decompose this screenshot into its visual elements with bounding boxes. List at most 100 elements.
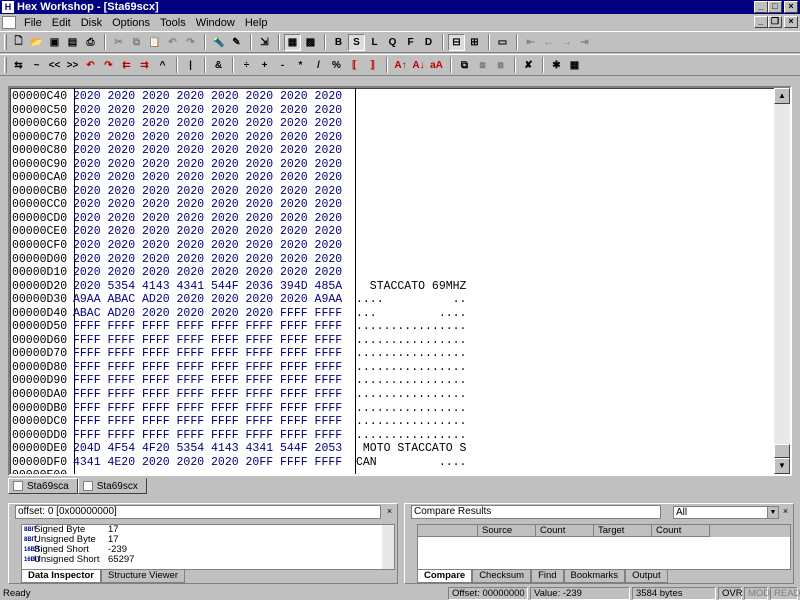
print-icon[interactable]: ⎙ (82, 34, 99, 51)
tab-find[interactable]: Find (531, 570, 564, 583)
hex-row[interactable]: 00000C90 2020 2020 2020 2020 2020 2020 20… (12, 158, 483, 172)
window-layout-icon[interactable]: ▭ (494, 34, 511, 51)
row-ascii[interactable] (353, 239, 483, 253)
toggle-case-icon[interactable]: aA (428, 57, 445, 74)
row-ascii[interactable]: ................ (353, 388, 483, 402)
window-tile-icon[interactable]: ⧉ (456, 57, 473, 74)
row-hex-bytes[interactable]: FFFF FFFF FFFF FFFF FFFF FFFF FFFF FFFF (73, 415, 353, 429)
window-cascade-icon[interactable]: ⧈ (474, 57, 491, 74)
menu-window[interactable]: Window (191, 17, 240, 29)
minimize-icon[interactable]: _ (754, 1, 768, 13)
menu-edit[interactable]: Edit (47, 17, 76, 29)
row-hex-bytes[interactable]: 2020 2020 2020 2020 2020 2020 2020 2020 (73, 253, 353, 267)
save-all-icon[interactable]: ▤ (64, 34, 81, 51)
first-icon[interactable]: ⇤ (522, 34, 539, 51)
scroll-down-icon[interactable]: ▼ (774, 458, 790, 474)
row-hex-bytes[interactable]: FFFF FFFF FFFF FFFF FFFF FFFF FFFF FFFF (73, 347, 353, 361)
row-hex-bytes[interactable]: 2020 2020 2020 2020 2020 2020 2020 2020 (73, 225, 353, 239)
hex-row[interactable]: 00000C60 2020 2020 2020 2020 2020 2020 20… (12, 117, 483, 131)
doc-close-icon[interactable]: × (784, 16, 798, 28)
row-hex-bytes[interactable] (73, 469, 353, 474)
hex-row[interactable]: 00000CA0 2020 2020 2020 2020 2020 2020 20… (12, 171, 483, 185)
tab-sta69scx[interactable]: Sta69scx (77, 478, 147, 494)
row-ascii[interactable]: ................ (353, 361, 483, 375)
lowercase-icon[interactable]: A↓ (410, 57, 427, 74)
divide-icon[interactable]: ÷ (238, 57, 255, 74)
row-hex-bytes[interactable]: 4341 4E20 2020 2020 2020 20FF FFFF FFFF (73, 456, 353, 470)
row-ascii[interactable]: .... .. (353, 293, 483, 307)
short-button[interactable]: S (348, 33, 365, 51)
byte-button[interactable]: B (330, 34, 347, 51)
row-ascii[interactable] (353, 90, 483, 104)
tools-icon[interactable]: ✘ (520, 57, 537, 74)
panel-close-icon[interactable]: × (384, 506, 395, 517)
menu-options[interactable]: Options (107, 17, 155, 29)
row-ascii[interactable] (353, 266, 483, 280)
uppercase-icon[interactable]: A↑ (392, 57, 409, 74)
row-ascii[interactable] (353, 253, 483, 267)
row-hex-bytes[interactable]: 2020 2020 2020 2020 2020 2020 2020 2020 (73, 90, 353, 104)
column-header[interactable] (418, 525, 478, 537)
hex-mode-icon[interactable]: ▦ (284, 33, 301, 51)
hex-row[interactable]: 00000D60 FFFF FFFF FFFF FFFF FFFF FFFF FF… (12, 334, 483, 348)
tab-data-inspector[interactable]: Data Inspector (21, 570, 101, 583)
row-hex-bytes[interactable]: 204D 4F54 4F20 5354 4143 4341 544F 2053 (73, 442, 353, 456)
row-hex-bytes[interactable]: FFFF FFFF FFFF FFFF FFFF FFFF FFFF FFFF (73, 374, 353, 388)
app-icon[interactable]: H (2, 1, 14, 13)
row-hex-bytes[interactable]: 2020 2020 2020 2020 2020 2020 2020 2020 (73, 171, 353, 185)
hex-editor[interactable]: 00000C40 2020 2020 2020 2020 2020 2020 20… (8, 86, 792, 476)
hex-row[interactable]: 00000C80 2020 2020 2020 2020 2020 2020 20… (12, 144, 483, 158)
row-hex-bytes[interactable]: FFFF FFFF FFFF FFFF FFFF FFFF FFFF FFFF (73, 334, 353, 348)
hex-row[interactable]: 00000D40 ABAC AD20 2020 2020 2020 2020 FF… (12, 307, 483, 321)
double-button[interactable]: D (420, 34, 437, 51)
hex-row[interactable]: 00000D80 FFFF FFFF FFFF FFFF FFFF FFFF FF… (12, 361, 483, 375)
float-button[interactable]: F (402, 34, 419, 51)
inspector-list[interactable]: 8BIT Signed Byte 17 8BIT Unsigned Byte 1… (21, 524, 395, 570)
hex-row[interactable]: 00000D30 A9AA ABAC AD20 2020 2020 2020 20… (12, 293, 483, 307)
bracket-right-icon[interactable]: ⟧ (364, 57, 381, 74)
row-ascii[interactable]: ................ (353, 402, 483, 416)
compare-table[interactable]: Source Count Target Count (417, 524, 791, 570)
row-hex-bytes[interactable]: ABAC AD20 2020 2020 2020 2020 FFFF FFFF (73, 307, 353, 321)
hex-row[interactable]: 00000CF0 2020 2020 2020 2020 2020 2020 20… (12, 239, 483, 253)
row-hex-bytes[interactable]: FFFF FFFF FFFF FFFF FFFF FFFF FFFF FFFF (73, 388, 353, 402)
slash-icon[interactable]: / (310, 57, 327, 74)
tab-sta69sca[interactable]: Sta69sca (8, 478, 78, 494)
inspector-scrollbar[interactable] (382, 525, 394, 569)
and-icon[interactable]: & (210, 57, 227, 74)
rotate-left-icon[interactable]: ↶ (82, 57, 99, 74)
doc-minimize-icon[interactable]: _ (754, 16, 768, 28)
rotate-right-icon[interactable]: ↷ (100, 57, 117, 74)
row-ascii[interactable]: ................ (353, 334, 483, 348)
toolbar-grip[interactable] (4, 34, 7, 50)
hex-row[interactable]: 00000C40 2020 2020 2020 2020 2020 2020 20… (12, 90, 483, 104)
settings-icon[interactable]: ✱ (548, 57, 565, 74)
title-bar[interactable]: H Hex Workshop - [Sta69scx] _ □ × (0, 0, 800, 14)
row-hex-bytes[interactable]: 2020 2020 2020 2020 2020 2020 2020 2020 (73, 198, 353, 212)
hex-row[interactable]: 00000DB0 FFFF FFFF FFFF FFFF FFFF FFFF FF… (12, 402, 483, 416)
row-ascii[interactable] (353, 131, 483, 145)
row-ascii[interactable] (353, 104, 483, 118)
long-button[interactable]: L (366, 34, 383, 51)
quad-button[interactable]: Q (384, 34, 401, 51)
tab-bookmarks[interactable]: Bookmarks (563, 570, 626, 583)
scroll-up-icon[interactable]: ▲ (774, 88, 790, 104)
shift-right-icon[interactable]: >> (64, 57, 81, 74)
compare-icon[interactable]: ⊞ (466, 34, 483, 51)
back-icon[interactable]: ← (540, 34, 557, 51)
row-ascii[interactable] (353, 185, 483, 199)
save-icon[interactable]: ▣ (46, 34, 63, 51)
hex-row[interactable]: 00000E00 (12, 469, 483, 474)
row-ascii[interactable]: ................ (353, 374, 483, 388)
row-hex-bytes[interactable]: 2020 2020 2020 2020 2020 2020 2020 2020 (73, 131, 353, 145)
close-icon[interactable]: × (784, 1, 798, 13)
row-ascii[interactable] (353, 158, 483, 172)
vertical-scrollbar[interactable]: ▲ ▼ (774, 88, 790, 474)
hex-rows[interactable]: 00000C40 2020 2020 2020 2020 2020 2020 20… (12, 90, 483, 474)
replace-icon[interactable]: ✎ (228, 34, 245, 51)
undo-icon[interactable]: ↶ (164, 34, 181, 51)
modulo-icon[interactable]: % (328, 57, 345, 74)
row-hex-bytes[interactable]: 2020 2020 2020 2020 2020 2020 2020 2020 (73, 239, 353, 253)
toolbar-grip[interactable] (4, 57, 7, 73)
block-rotate-right-icon[interactable]: ⇉ (136, 57, 153, 74)
